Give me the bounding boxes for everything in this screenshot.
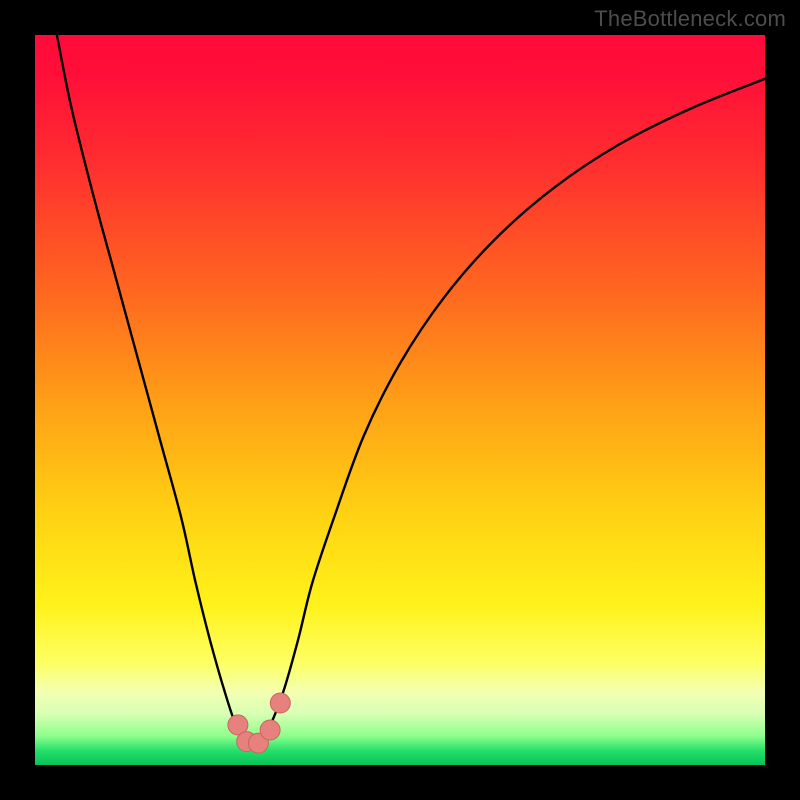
curve-marker bbox=[270, 693, 290, 713]
curve-markers bbox=[228, 693, 290, 753]
bottleneck-curve bbox=[57, 35, 765, 745]
curve-marker bbox=[260, 720, 280, 740]
curve-svg bbox=[35, 35, 765, 765]
chart-frame: TheBottleneck.com bbox=[0, 0, 800, 800]
plot-area bbox=[35, 35, 765, 765]
watermark-text: TheBottleneck.com bbox=[594, 6, 786, 32]
